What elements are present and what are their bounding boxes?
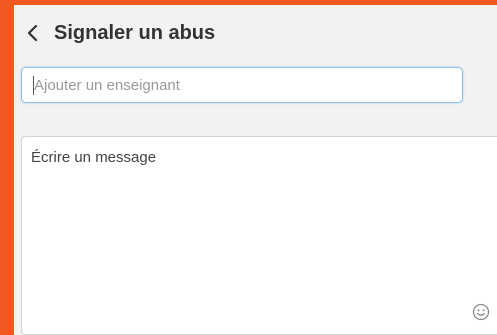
recipient-placeholder: Ajouter un enseignant bbox=[34, 77, 180, 94]
chevron-left-icon bbox=[27, 24, 38, 42]
header: Signaler un abus bbox=[14, 5, 497, 61]
message-textarea[interactable]: Écrire un message bbox=[21, 136, 497, 335]
smiley-icon bbox=[472, 303, 490, 321]
back-button[interactable] bbox=[24, 21, 44, 45]
message-placeholder: Écrire un message bbox=[31, 149, 157, 166]
report-abuse-panel: Signaler un abus Ajouter un enseignant É… bbox=[14, 5, 497, 335]
recipient-input[interactable]: Ajouter un enseignant bbox=[21, 67, 463, 103]
page-title: Signaler un abus bbox=[54, 22, 216, 44]
emoji-button[interactable] bbox=[472, 303, 490, 321]
